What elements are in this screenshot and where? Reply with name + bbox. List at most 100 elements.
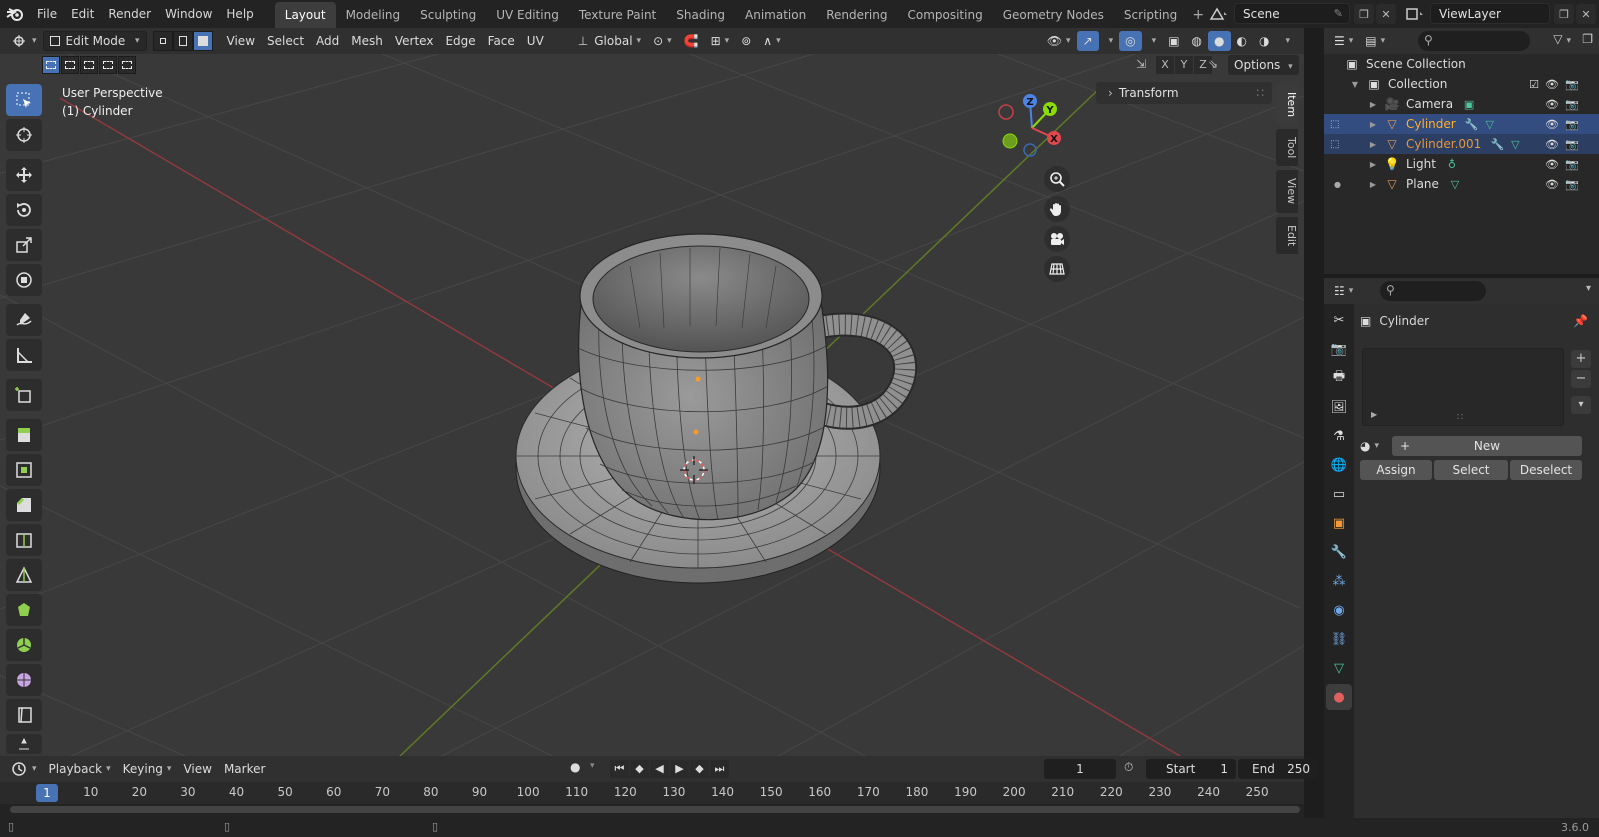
timeline-editor[interactable]: ▾ Playback ▾ Keying ▾ View Marker ● ▾ ⏮ ◆ … [0, 756, 1318, 818]
outliner-editor-type-icon[interactable]: ☰ ▾ [1328, 31, 1359, 51]
editor-type-icon[interactable]: ▾ [6, 31, 43, 51]
outliner-row-camera[interactable]: ▶ 🎥 Camera ▣ 👁 📷 [1324, 94, 1599, 114]
auto-keying-icon[interactable]: ● [570, 760, 580, 774]
constraints-tab-icon[interactable]: ⛓ [1326, 626, 1352, 652]
object-tab-icon[interactable]: ▣ [1326, 510, 1352, 536]
visibility-eye-icon[interactable]: 👁 [1545, 78, 1559, 91]
rendered-shading-icon[interactable]: ◑ [1253, 31, 1275, 51]
tab-scripting[interactable]: Scripting [1114, 2, 1187, 28]
scene-browse-icon[interactable] [1204, 4, 1234, 24]
current-frame-field[interactable]: 1 [1044, 759, 1116, 779]
expand-icon[interactable]: ▶ [1368, 160, 1378, 169]
ortho-toggle-icon[interactable] [1044, 256, 1070, 282]
render-camera-icon[interactable]: 📷 [1565, 78, 1579, 91]
select-subtract-icon[interactable] [80, 56, 98, 74]
scene-selector[interactable]: Scene ✎ [1234, 3, 1350, 24]
modifiers-tab-icon[interactable]: 🔧 [1326, 539, 1352, 565]
rotate-tool-icon[interactable] [6, 194, 42, 226]
jump-start-icon[interactable]: ⏮ [610, 760, 629, 778]
axis-x-toggle[interactable]: X [1156, 56, 1174, 74]
face-select-icon[interactable] [192, 31, 213, 51]
visibility-eye-icon[interactable]: 👁 [1545, 178, 1559, 191]
expand-icon[interactable]: ▼ [1350, 80, 1360, 89]
bevel-tool-icon[interactable] [6, 489, 42, 521]
mode-selector[interactable]: Edit Mode ▾ [42, 31, 147, 51]
shrink-fatten-tool-icon[interactable] [6, 734, 42, 754]
mirror-icon[interactable]: ⇲ [1136, 57, 1146, 71]
tab-compositing[interactable]: Compositing [897, 2, 992, 28]
menu-face[interactable]: Face [482, 31, 521, 51]
delete-view-layer-icon[interactable]: ✕ [1576, 4, 1596, 24]
tab-modeling[interactable]: Modeling [336, 2, 411, 28]
physics-tab-icon[interactable]: ◉ [1326, 597, 1352, 623]
extrude-tool-icon[interactable] [6, 419, 42, 451]
select-intersect-icon[interactable] [118, 56, 136, 74]
timeline-scrollbar[interactable] [10, 806, 1300, 813]
expand-icon[interactable]: ▶ [1368, 180, 1378, 189]
tab-item[interactable]: Item [1276, 84, 1298, 126]
gizmo-toggle-icon[interactable]: ↗ [1076, 31, 1099, 51]
outliner-row-light[interactable]: ▶ 💡 Light ♁ 👁 📷 [1324, 154, 1599, 174]
delete-scene-icon[interactable]: ✕ [1376, 4, 1396, 24]
tab-layout[interactable]: Layout [274, 2, 336, 28]
render-tab-icon[interactable]: 📷 [1326, 336, 1352, 362]
tab-rendering[interactable]: Rendering [816, 2, 897, 28]
play-reverse-icon[interactable]: ◀ [650, 760, 669, 778]
prev-keyframe-icon[interactable]: ◆ [630, 760, 649, 778]
particles-tab-icon[interactable]: ⁂ [1326, 568, 1352, 594]
shading-menu-icon[interactable]: ▾ [1275, 31, 1296, 51]
spin-tool-icon[interactable] [6, 629, 42, 661]
drag-handle-icon[interactable]: ∷ [1256, 82, 1264, 104]
3d-viewport[interactable]: Z Y X ▾ Edit Mode ▾ View Select Add Mesh [0, 28, 1304, 756]
camera-data-icon[interactable]: ▣ [1461, 97, 1477, 111]
options-dropdown[interactable]: Options ▾ [1228, 55, 1299, 75]
outliner[interactable]: ☰ ▾ ▤ ▾ ⚲ ▽ ▾ ❐ ▣ Scene Collection ▼ ▣ Coll… [1324, 28, 1599, 274]
expand-icon[interactable]: ▶ [1371, 410, 1377, 419]
next-keyframe-icon[interactable]: ◆ [690, 760, 709, 778]
play-icon[interactable]: ▶ [670, 760, 689, 778]
pan-hand-icon[interactable] [1044, 196, 1070, 222]
cursor-tool-icon[interactable] [6, 119, 42, 151]
tab-sculpting[interactable]: Sculpting [410, 2, 486, 28]
annotate-tool-icon[interactable] [6, 304, 42, 336]
render-camera-icon[interactable]: 📷 [1565, 178, 1579, 191]
menu-uv[interactable]: UV [521, 31, 550, 51]
new-collection-icon[interactable]: ❐ [1582, 32, 1593, 46]
transform-orientation-selector[interactable]: ⊥ Global ▾ [572, 31, 647, 51]
menu-add[interactable]: Add [310, 31, 345, 51]
visibility-eye-icon[interactable]: 👁 [1545, 138, 1559, 151]
cup-mesh[interactable] [577, 233, 829, 521]
deselect-button[interactable]: Deselect [1510, 460, 1582, 480]
proportional-editing-icon[interactable]: ⊚ [735, 31, 757, 51]
zoom-icon[interactable] [1044, 166, 1070, 192]
menu-render[interactable]: Render [101, 3, 158, 25]
inset-tool-icon[interactable] [6, 454, 42, 486]
outliner-row-plane[interactable]: ● ▶ ▽ Plane ▽ 👁 📷 [1324, 174, 1599, 194]
outliner-row-cylinder-001[interactable]: ⬚ ▶ ▽ Cylinder.001 🔧 ▽ 👁 📷 [1324, 134, 1599, 154]
visibility-eye-icon[interactable]: 👁 [1545, 98, 1559, 111]
tab-edit[interactable]: Edit [1276, 216, 1298, 254]
axis-y-toggle[interactable]: Y [1175, 56, 1193, 74]
exclude-checkbox[interactable]: ☑ [1529, 78, 1539, 91]
preview-range-icon[interactable]: ⏱ [1124, 760, 1133, 775]
keying-options-icon[interactable]: ▾ [590, 761, 595, 771]
xray-toggle-icon[interactable]: ▣ [1162, 31, 1185, 51]
expand-icon[interactable]: ▶ [1368, 100, 1378, 109]
menu-playback[interactable]: Playback ▾ [43, 759, 117, 779]
mesh-data-icon[interactable]: ▽ [1447, 177, 1463, 191]
render-camera-icon[interactable]: 📷 [1565, 118, 1579, 131]
select-box-tool-icon[interactable] [6, 84, 42, 116]
modifier-wrench-icon[interactable]: 🔧 [1464, 117, 1480, 131]
timeline-frame-ruler[interactable]: 1 10 20 30 40 50 60 70 80 90 100 110 120 130 140 150 16… [0, 782, 1304, 804]
menu-marker[interactable]: Marker [218, 759, 271, 779]
tab-texture-paint[interactable]: Texture Paint [569, 2, 666, 28]
world-tab-icon[interactable]: 🌐 [1326, 452, 1352, 478]
falloff-icon[interactable]: ∧ ▾ [757, 31, 786, 51]
smooth-tool-icon[interactable] [6, 664, 42, 696]
material-shading-icon[interactable]: ◐ [1231, 31, 1253, 51]
transform-tool-icon[interactable] [6, 264, 42, 296]
material-slot-list[interactable]: ▶ ∷ [1362, 348, 1564, 426]
edge-select-icon[interactable] [172, 31, 193, 51]
new-view-layer-icon[interactable]: ❐ [1554, 4, 1574, 24]
poly-build-tool-icon[interactable] [6, 594, 42, 626]
